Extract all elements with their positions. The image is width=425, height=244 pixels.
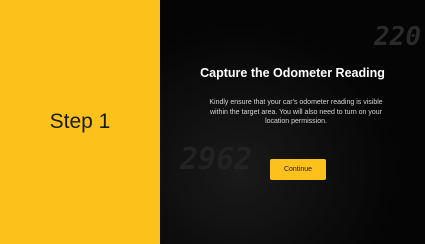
step-panel: Step 1 xyxy=(0,0,160,244)
instruction-content: Capture the Odometer Reading Kindly ensu… xyxy=(160,0,425,244)
continue-button[interactable]: Continue xyxy=(270,159,326,180)
page-title: Capture the Odometer Reading xyxy=(200,66,385,80)
odometer-step-screen: Step 1 220 2962 Capture the Odometer Rea… xyxy=(0,0,425,244)
instruction-text: Kindly ensure that your car's odometer r… xyxy=(209,99,383,125)
instruction-panel: 220 2962 Capture the Odometer Reading Ki… xyxy=(160,0,425,244)
step-label: Step 1 xyxy=(49,110,111,133)
